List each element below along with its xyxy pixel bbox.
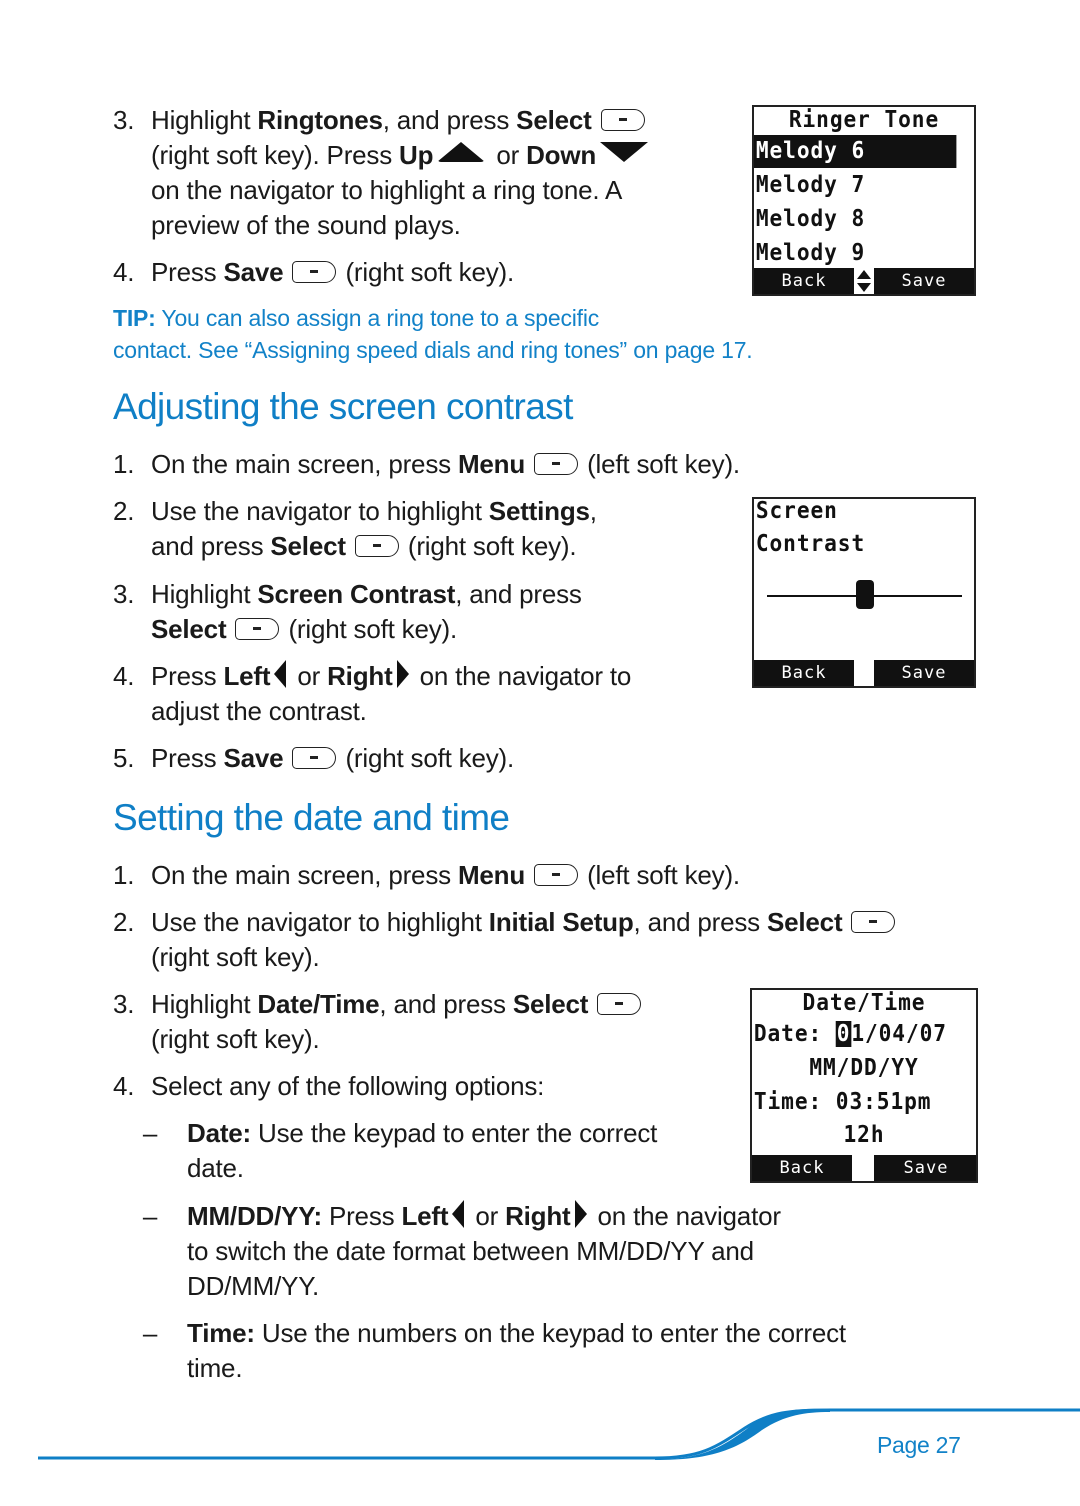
left-arrow-icon (452, 1200, 465, 1228)
ringer-tone-screen: Ringer Tone Melody 6 Melody 7 Melody 8 M… (752, 105, 976, 296)
section-heading-datetime: Setting the date and time (113, 797, 510, 838)
save-soft-label: Save (874, 268, 974, 294)
soft-key-icon (292, 261, 337, 283)
soft-key-icon (851, 911, 896, 933)
tip-note: TIP: You can also assign a ring tone to … (113, 305, 753, 363)
option-time: – Time: Use the numbers on the keypad to … (142, 1318, 846, 1383)
back-soft-label: Back (754, 660, 854, 686)
soft-key-bar: Back Save (752, 1155, 976, 1181)
date-row: Date: 01/04/07 (753, 1021, 947, 1047)
date-time-screen: Date/Time Date: 01/04/07 MM/DD/YY Time: … (750, 988, 978, 1183)
scroll-arrows-icon (856, 268, 872, 294)
option-date-format: – MM/DD/YY: Press Left or Right on the na… (142, 1200, 781, 1301)
contrast-step-1: 1. On the main screen, press Menu (left s… (113, 449, 740, 479)
up-arrow-icon (437, 142, 486, 162)
ringtone-item-selected: Melody 6 (754, 135, 957, 168)
down-arrow-icon (600, 142, 649, 162)
option-date: – Date: Use the keypad to enter the corre… (142, 1118, 658, 1183)
edit-cursor: 0 (835, 1021, 852, 1047)
right-arrow-icon (396, 660, 409, 688)
soft-key-icon (292, 747, 337, 769)
screen-contrast-screen: Screen Contrast Back Save (752, 497, 976, 688)
soft-key-bar: Back Save (754, 660, 974, 686)
section-heading-contrast: Adjusting the screen contrast (113, 386, 573, 427)
soft-key-icon (600, 109, 645, 131)
left-arrow-icon (274, 660, 287, 688)
soft-key-bar: Back Save (754, 268, 974, 294)
date-format-row: MM/DD/YY (809, 1055, 919, 1081)
screen-title: Screen Contrast (755, 498, 866, 557)
screen-title: Ringer Tone (788, 107, 940, 133)
save-soft-label: Save (874, 660, 974, 686)
contrast-slider-thumb (855, 580, 874, 609)
contrast-step-5: 5. Press Save (right soft key). (113, 743, 514, 773)
ringtone-item: Melody 9 (755, 240, 866, 266)
datetime-step-1: 1. On the main screen, press Menu (left s… (113, 860, 740, 890)
contrast-step-2: 2. Use the navigator to highlight Setting… (113, 496, 597, 561)
datetime-step-4: 4. Select any of the following options: (113, 1071, 545, 1101)
soft-key-icon (534, 864, 579, 886)
ringtone-item: Melody 7 (755, 172, 866, 198)
right-arrow-icon (574, 1200, 587, 1228)
back-soft-label: Back (754, 268, 854, 294)
page-number: Page 27 (877, 1432, 961, 1458)
datetime-step-2: 2. Use the navigator to highlight Initial… (113, 905, 897, 975)
back-soft-label: Back (752, 1155, 852, 1181)
ringtone-step-3: 3. Highlight Ringtones, and press Select … (113, 103, 652, 243)
save-soft-label: Save (874, 1155, 976, 1181)
soft-key-icon (534, 453, 579, 475)
datetime-step-3: 3. Highlight Date/Time, and press Select … (113, 987, 643, 1057)
clock-mode-row: 12h (843, 1122, 885, 1148)
time-row: Time: 03:51pm (753, 1089, 932, 1115)
soft-key-icon (354, 535, 399, 557)
contrast-step-4: 4. Press Left or Right on the navigator t… (113, 660, 632, 726)
ringtone-item: Melody 8 (755, 206, 866, 232)
ringtone-step-4: 4. Press Save (right soft key). (113, 257, 514, 287)
soft-key-icon (597, 993, 642, 1015)
soft-key-icon (235, 618, 280, 640)
contrast-step-3: 3. Highlight Screen Contrast, and press S… (113, 579, 582, 644)
screen-title: Date/Time (802, 990, 926, 1016)
